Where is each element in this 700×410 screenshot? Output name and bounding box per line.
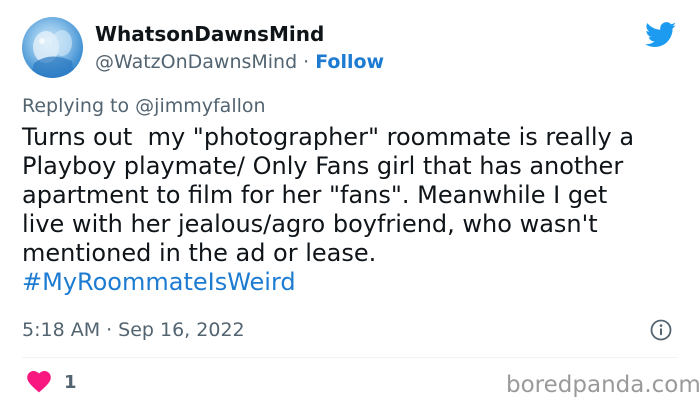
tweet-text-line: apartment to film for her "fans". Meanwh… bbox=[22, 181, 608, 209]
tweet-text: Turns out my "photographer" roommate is … bbox=[22, 123, 692, 297]
watermark: boredpanda.com bbox=[506, 372, 700, 398]
reply-mention[interactable]: @jimmyfallon bbox=[135, 95, 265, 117]
reply-prefix: Replying to bbox=[22, 95, 130, 117]
avatar[interactable] bbox=[22, 17, 83, 78]
divider bbox=[22, 357, 678, 358]
user-handle[interactable]: @WatzOnDawnsMind bbox=[95, 51, 297, 73]
info-icon[interactable] bbox=[650, 319, 672, 341]
tweet-timestamp[interactable]: 5:18 AM · Sep 16, 2022 bbox=[22, 319, 245, 341]
tweet-text-line: Playboy playmate/ Only Fans girl that ha… bbox=[22, 152, 624, 180]
hashtag-link[interactable]: #MyRoommateIsWeird bbox=[22, 268, 692, 297]
avatar-image bbox=[30, 30, 74, 78]
follow-button[interactable]: Follow bbox=[315, 51, 384, 73]
handle-separator: · bbox=[303, 51, 310, 73]
tweet-date: Sep 16, 2022 bbox=[118, 319, 245, 341]
display-name[interactable]: WhatsonDawnsMind bbox=[95, 22, 324, 46]
tweet-text-line: Turns out my "photographer" roommate is … bbox=[22, 123, 635, 151]
reply-context: Replying to @jimmyfallon bbox=[22, 95, 266, 117]
tweet-card: WhatsonDawnsMind @WatzOnDawnsMind · Follow… bbox=[0, 0, 700, 410]
like-count: 1 bbox=[64, 372, 77, 393]
handle-row: @WatzOnDawnsMind · Follow bbox=[95, 51, 384, 73]
timestamp-separator: · bbox=[106, 319, 113, 341]
tweet-text-line: live with her jealous/agro boyfriend, wh… bbox=[22, 210, 598, 238]
tweet-time: 5:18 AM bbox=[22, 319, 101, 341]
heart-icon[interactable] bbox=[27, 371, 51, 393]
twitter-bird-icon[interactable] bbox=[645, 22, 677, 48]
tweet-text-line: mentioned in the ad or lease. bbox=[22, 239, 377, 267]
